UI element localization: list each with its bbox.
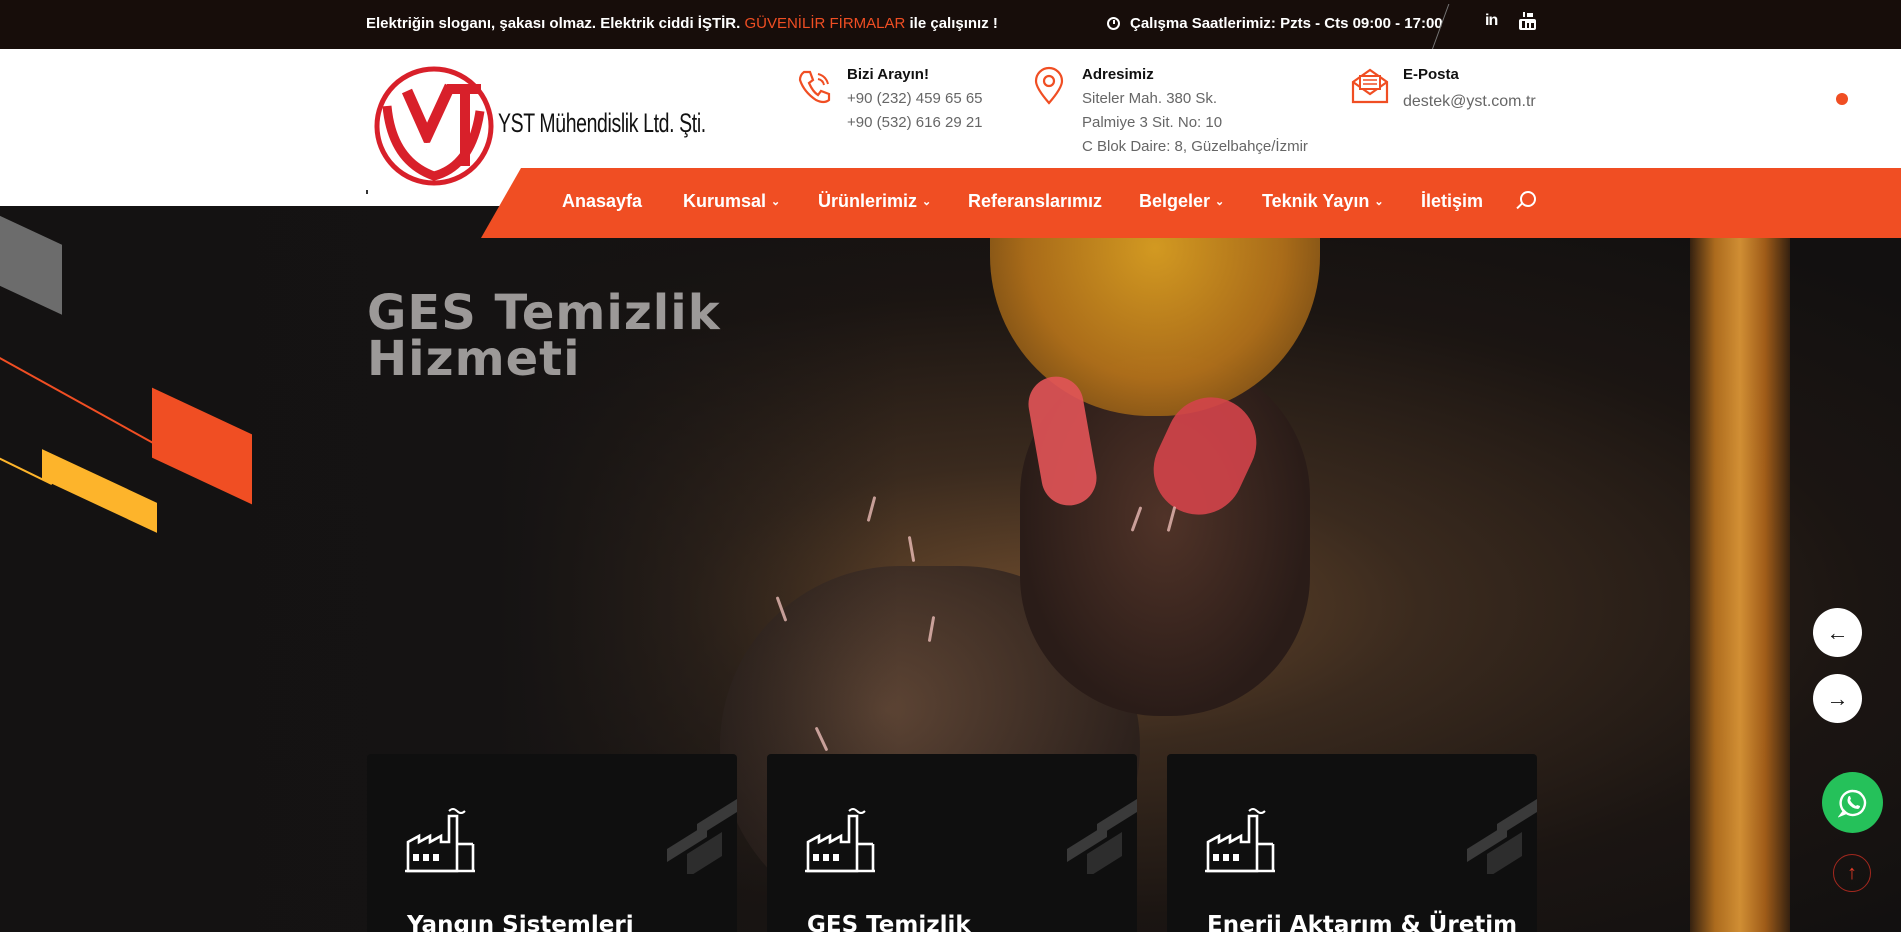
hero-bg-pipe [1690,236,1790,932]
email-title: E-Posta [1403,66,1459,83]
contact-email: E-Posta destek@yst.com.tr [1351,63,1536,114]
address-title: Adresimiz [1082,66,1154,83]
company-name: YST Mühendislik Ltd. Şti. [498,108,706,138]
nav-item-urunlerimiz[interactable]: Ürünlerimiz ⌄ [818,191,931,212]
working-hours-text: Çalışma Saatlerimiz: Pzts - Cts 09:00 - … [1130,15,1443,32]
slider-prev-button[interactable]: ← [1813,608,1862,657]
nav-item-anasayfa[interactable]: Anasayfa [562,191,642,212]
hero-title: GES Temizlik Hizmeti [367,285,967,387]
factory-icon [805,808,875,873]
card-deco-stripes [1467,799,1537,874]
factory-icon [405,808,475,873]
search-icon[interactable] [1514,191,1536,213]
nav-item-belgeler[interactable]: Belgeler ⌄ [1139,191,1224,212]
hero-title-line-2: Hizmeti [367,331,581,387]
service-card-title: Enerji Aktarım & Üretim [1207,912,1518,932]
envelope-icon [1351,68,1389,104]
card-deco-stripes [1067,799,1137,874]
address-line-1: Siteler Mah. 380 Sk. [1082,90,1218,107]
whatsapp-icon [1837,789,1866,817]
address-line-2: Palmiye 3 Sit. No: 10 [1082,114,1223,131]
menu-dot-icon[interactable] [1836,93,1848,105]
working-hours: Çalışma Saatlerimiz: Pzts - Cts 09:00 - … [1107,15,1443,32]
location-pin-icon [1034,66,1064,105]
nav-label: Anasayfa [562,191,643,211]
nav-item-teknik-yayin[interactable]: Teknik Yayın ⌄ [1262,191,1384,212]
chevron-down-icon: ⌄ [1374,196,1384,208]
nav-label: Teknik Yayın [1262,191,1370,211]
scroll-to-top-button[interactable]: ↑ [1833,854,1871,892]
service-card-title: Yangın Sistemleri [407,912,634,932]
linkedin-icon[interactable]: in [1485,12,1498,30]
chevron-down-icon: ⌄ [771,196,781,208]
nav-label: Belgeler [1139,191,1211,211]
nav-item-kurumsal[interactable]: Kurumsal ⌄ [683,191,780,212]
contact-address: Adresimiz Siteler Mah. 380 Sk. Palmiye 3… [1034,63,1308,159]
nav-item-iletisim[interactable]: İletişim [1421,191,1483,212]
nav-label: Ürünlerimiz [818,191,918,211]
whatsapp-button[interactable] [1822,772,1883,833]
chevron-down-icon: ⌄ [1215,196,1225,208]
nav-label: Referanslarımız [968,191,1103,211]
service-card-title: GES Temizlik [807,912,971,932]
slogan-accent: GÜVENİLİR FİRMALAR [744,15,906,32]
hero-bg-spark [907,535,916,563]
phone-icon [798,70,831,104]
slogan-end: ile çalışınız ! [909,15,998,32]
top-bar: Elektriğin sloganı, şakası olmaz. Elektr… [0,0,1901,50]
brand-tick [366,190,368,194]
service-card[interactable]: Yangın Sistemleri [367,754,737,932]
service-card[interactable]: Enerji Aktarım & Üretim [1167,754,1537,932]
clock-icon [1107,17,1120,30]
hero-title-line-1: GES Temizlik [367,285,721,341]
nav-label: İletişim [1421,191,1484,211]
nav-item-referanslarimiz[interactable]: Referanslarımız [968,191,1102,212]
youtube-icon[interactable] [1519,12,1536,30]
factory-icon [1205,808,1275,873]
slogan-text: Elektriğin sloganı, şakası olmaz. Elektr… [366,15,741,32]
service-card[interactable]: GES Temizlik [767,754,1137,932]
address-line-3: C Blok Daire: 8, Güzelbahçe/İzmir [1082,138,1308,155]
email-address[interactable]: destek@yst.com.tr [1403,90,1536,114]
phone-number-1[interactable]: +90 (232) 459 65 65 [847,87,983,111]
contact-phone: Bizi Arayın! +90 (232) 459 65 65 +90 (53… [798,63,983,135]
top-slogan: Elektriğin sloganı, şakası olmaz. Elektr… [366,15,998,32]
slider-next-button[interactable]: → [1813,674,1862,723]
nav-label: Kurumsal [683,191,767,211]
chevron-down-icon: ⌄ [922,196,932,208]
phone-title: Bizi Arayın! [847,66,929,83]
main-nav: Anasayfa Kurumsal ⌄ Ürünlerimiz ⌄ Referans… [481,168,1901,238]
phone-number-2[interactable]: +90 (532) 616 29 21 [847,111,983,135]
card-deco-stripes [667,799,737,874]
